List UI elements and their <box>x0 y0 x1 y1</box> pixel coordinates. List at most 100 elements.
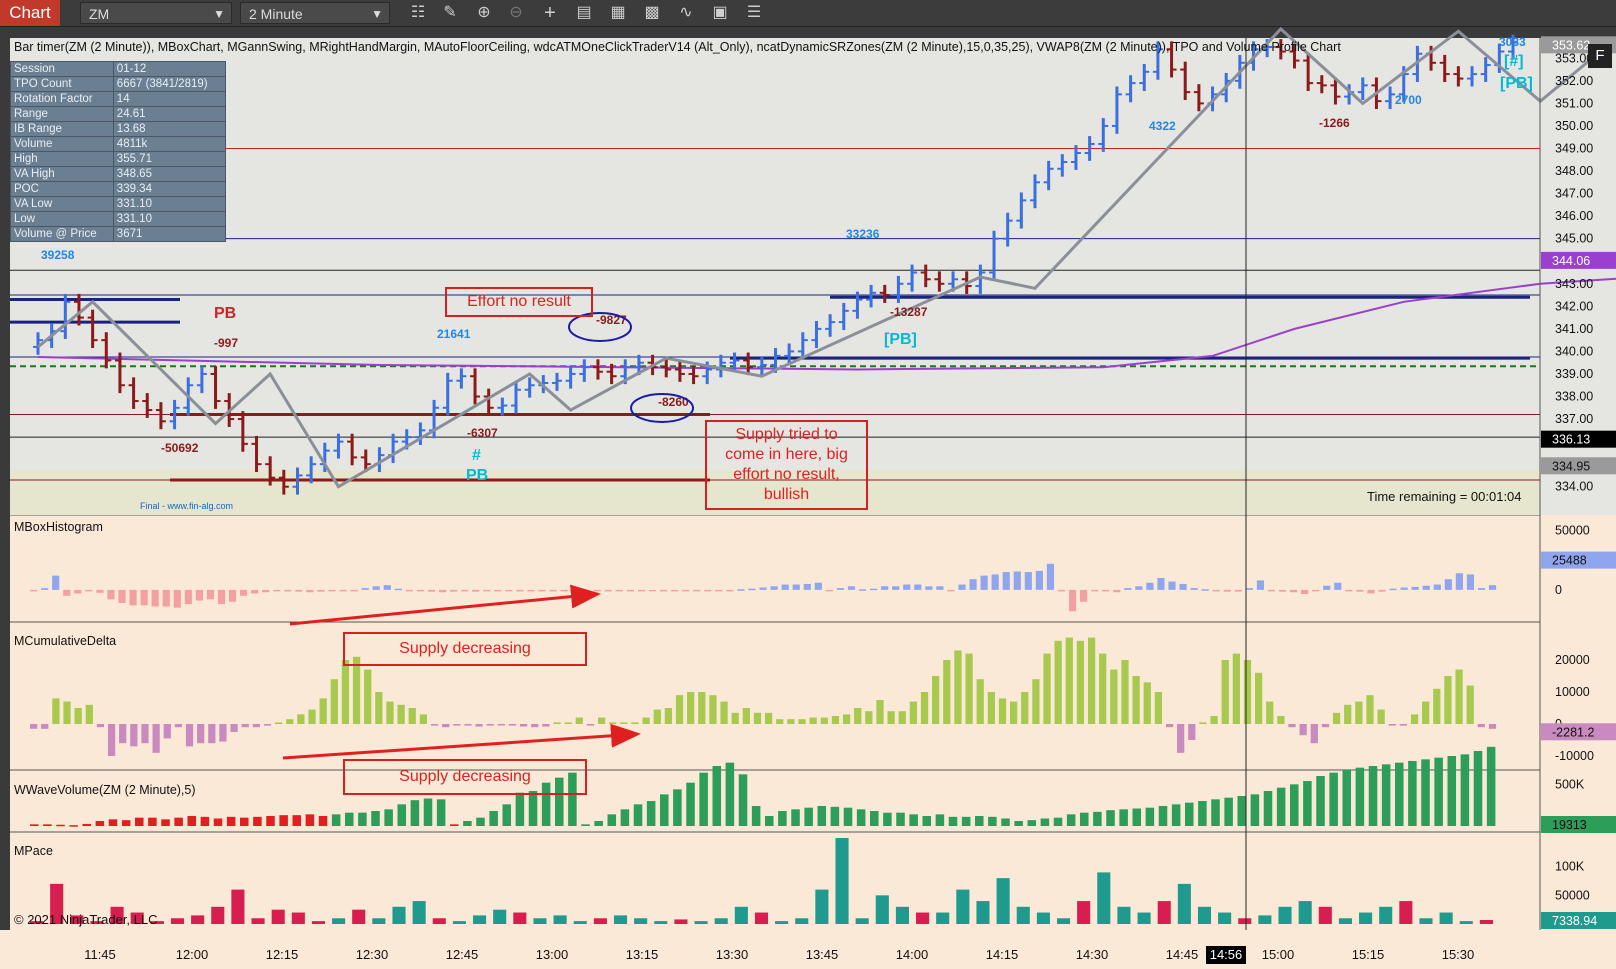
cd-bar <box>230 724 238 732</box>
cd-bar <box>898 711 906 724</box>
stats-label: High <box>10 151 114 167</box>
cd-bar <box>107 724 116 756</box>
pace-bar <box>916 912 930 924</box>
zoom-out-icon[interactable]: ⊖ <box>506 3 526 23</box>
hist-bar <box>394 588 402 591</box>
hist-bar <box>461 589 469 592</box>
pace-bar <box>976 901 990 924</box>
stats-value: 13.68 <box>112 121 227 137</box>
hist-bar <box>350 589 358 592</box>
hist-bar <box>416 589 425 592</box>
hist-bar <box>870 588 878 591</box>
pace-bar <box>835 838 849 924</box>
pace-bar <box>1439 912 1453 924</box>
cd-bar <box>375 692 383 724</box>
more-menu-icon[interactable]: ☰ <box>744 3 764 23</box>
time-tick-label: 15:15 <box>1352 947 1385 962</box>
wv-bar <box>765 816 774 826</box>
stats-row: High 355.71 <box>10 151 227 167</box>
draw-pencil-icon[interactable]: ✎ <box>440 3 460 23</box>
pace-bar <box>1399 901 1413 924</box>
cd-bar <box>386 701 394 724</box>
hist-bar <box>1278 589 1287 592</box>
cd-bar <box>1243 660 1252 724</box>
indicators-icon[interactable]: ∿ <box>676 3 696 23</box>
stats-value: 6667 (3841/2819) <box>112 76 227 92</box>
cd-bar <box>932 676 940 724</box>
cd-bar <box>1377 709 1385 724</box>
cd-bar <box>163 724 171 739</box>
hist-bar <box>516 589 524 592</box>
hist-bar <box>1035 570 1043 590</box>
pace-bar <box>593 918 607 924</box>
data-box-icon[interactable]: ▤ <box>574 3 594 23</box>
final-label: Final - www.fin-alg.com <box>140 501 234 511</box>
cd-bar <box>52 698 60 724</box>
wv-bar <box>345 812 354 826</box>
stats-label: Session <box>10 61 114 77</box>
chart-tab[interactable]: Chart <box>0 0 60 26</box>
wv-bar <box>856 809 866 826</box>
swing-label: [PB] <box>1500 75 1533 92</box>
price-tick-label: 351.00 <box>1555 96 1593 110</box>
hist-bar <box>1080 589 1088 602</box>
cd-bar <box>419 714 428 724</box>
swing-label: -1266 <box>1319 116 1350 130</box>
wv-bar <box>1303 781 1312 826</box>
cd-bar <box>508 724 517 726</box>
hist-bar <box>41 588 49 590</box>
wv-bar <box>358 812 367 826</box>
wv-bar <box>1290 784 1299 826</box>
instrument-selector[interactable]: ZM ▼ <box>80 2 232 24</box>
time-tick-label: 12:00 <box>176 947 209 962</box>
wv-bar <box>476 817 485 826</box>
crosshair-icon[interactable]: + <box>540 3 560 23</box>
swing-label: -8260 <box>658 395 689 409</box>
wv-bar <box>1460 754 1470 826</box>
hist-bar <box>803 583 811 590</box>
cd-bar <box>1032 679 1040 724</box>
templates-icon[interactable]: ▣ <box>710 3 730 23</box>
annotation-effort-no-result: Effort no result <box>445 287 593 317</box>
pace-bar <box>1117 906 1131 924</box>
stats-label: VA High <box>10 166 114 182</box>
cd-bar <box>1388 724 1396 726</box>
swing-label: 2700 <box>1395 93 1422 107</box>
pace-bar <box>1419 918 1433 924</box>
cd-bar <box>308 709 316 724</box>
stats-label: Low <box>10 211 114 227</box>
pace-bar <box>1338 918 1352 924</box>
bar-type-icon[interactable]: ☷ <box>408 3 428 23</box>
hist-bar <box>472 589 480 592</box>
pace-bar <box>211 906 225 924</box>
hist-bar <box>814 582 822 590</box>
wv-bar <box>69 825 78 827</box>
wv-bar <box>148 817 157 826</box>
zoom-in-icon[interactable]: ⊕ <box>474 3 494 23</box>
cd-bar <box>854 708 862 724</box>
pace-bar <box>1278 906 1292 924</box>
wv-bar <box>331 814 341 826</box>
hist-bar <box>52 575 60 590</box>
hist-bar <box>262 589 270 593</box>
cd-bar <box>1132 676 1140 724</box>
hist-bar <box>770 586 778 590</box>
properties-icon[interactable]: ▦ <box>608 3 628 23</box>
wv-bar <box>1093 811 1102 826</box>
hist-pane-bg <box>10 515 1540 622</box>
wv-bar <box>1027 820 1037 826</box>
interval-selector[interactable]: 2 Minute ▼ <box>240 2 390 24</box>
price-tick-label: 348.00 <box>1555 164 1593 178</box>
hist-bar <box>405 589 413 592</box>
hist-bar <box>450 589 458 592</box>
stats-row: POC 339.34 <box>10 181 227 197</box>
window-f-button[interactable]: F <box>1588 44 1612 68</box>
strategies-icon[interactable]: ▩ <box>642 3 662 23</box>
cd-bar <box>553 722 561 724</box>
price-tick-label: 334.00 <box>1555 480 1593 494</box>
wv-bar <box>489 811 498 826</box>
pace-bar <box>1218 912 1232 924</box>
hist-bar <box>1091 589 1099 592</box>
wv-bar <box>56 824 65 827</box>
swing-label: PB <box>214 305 236 322</box>
